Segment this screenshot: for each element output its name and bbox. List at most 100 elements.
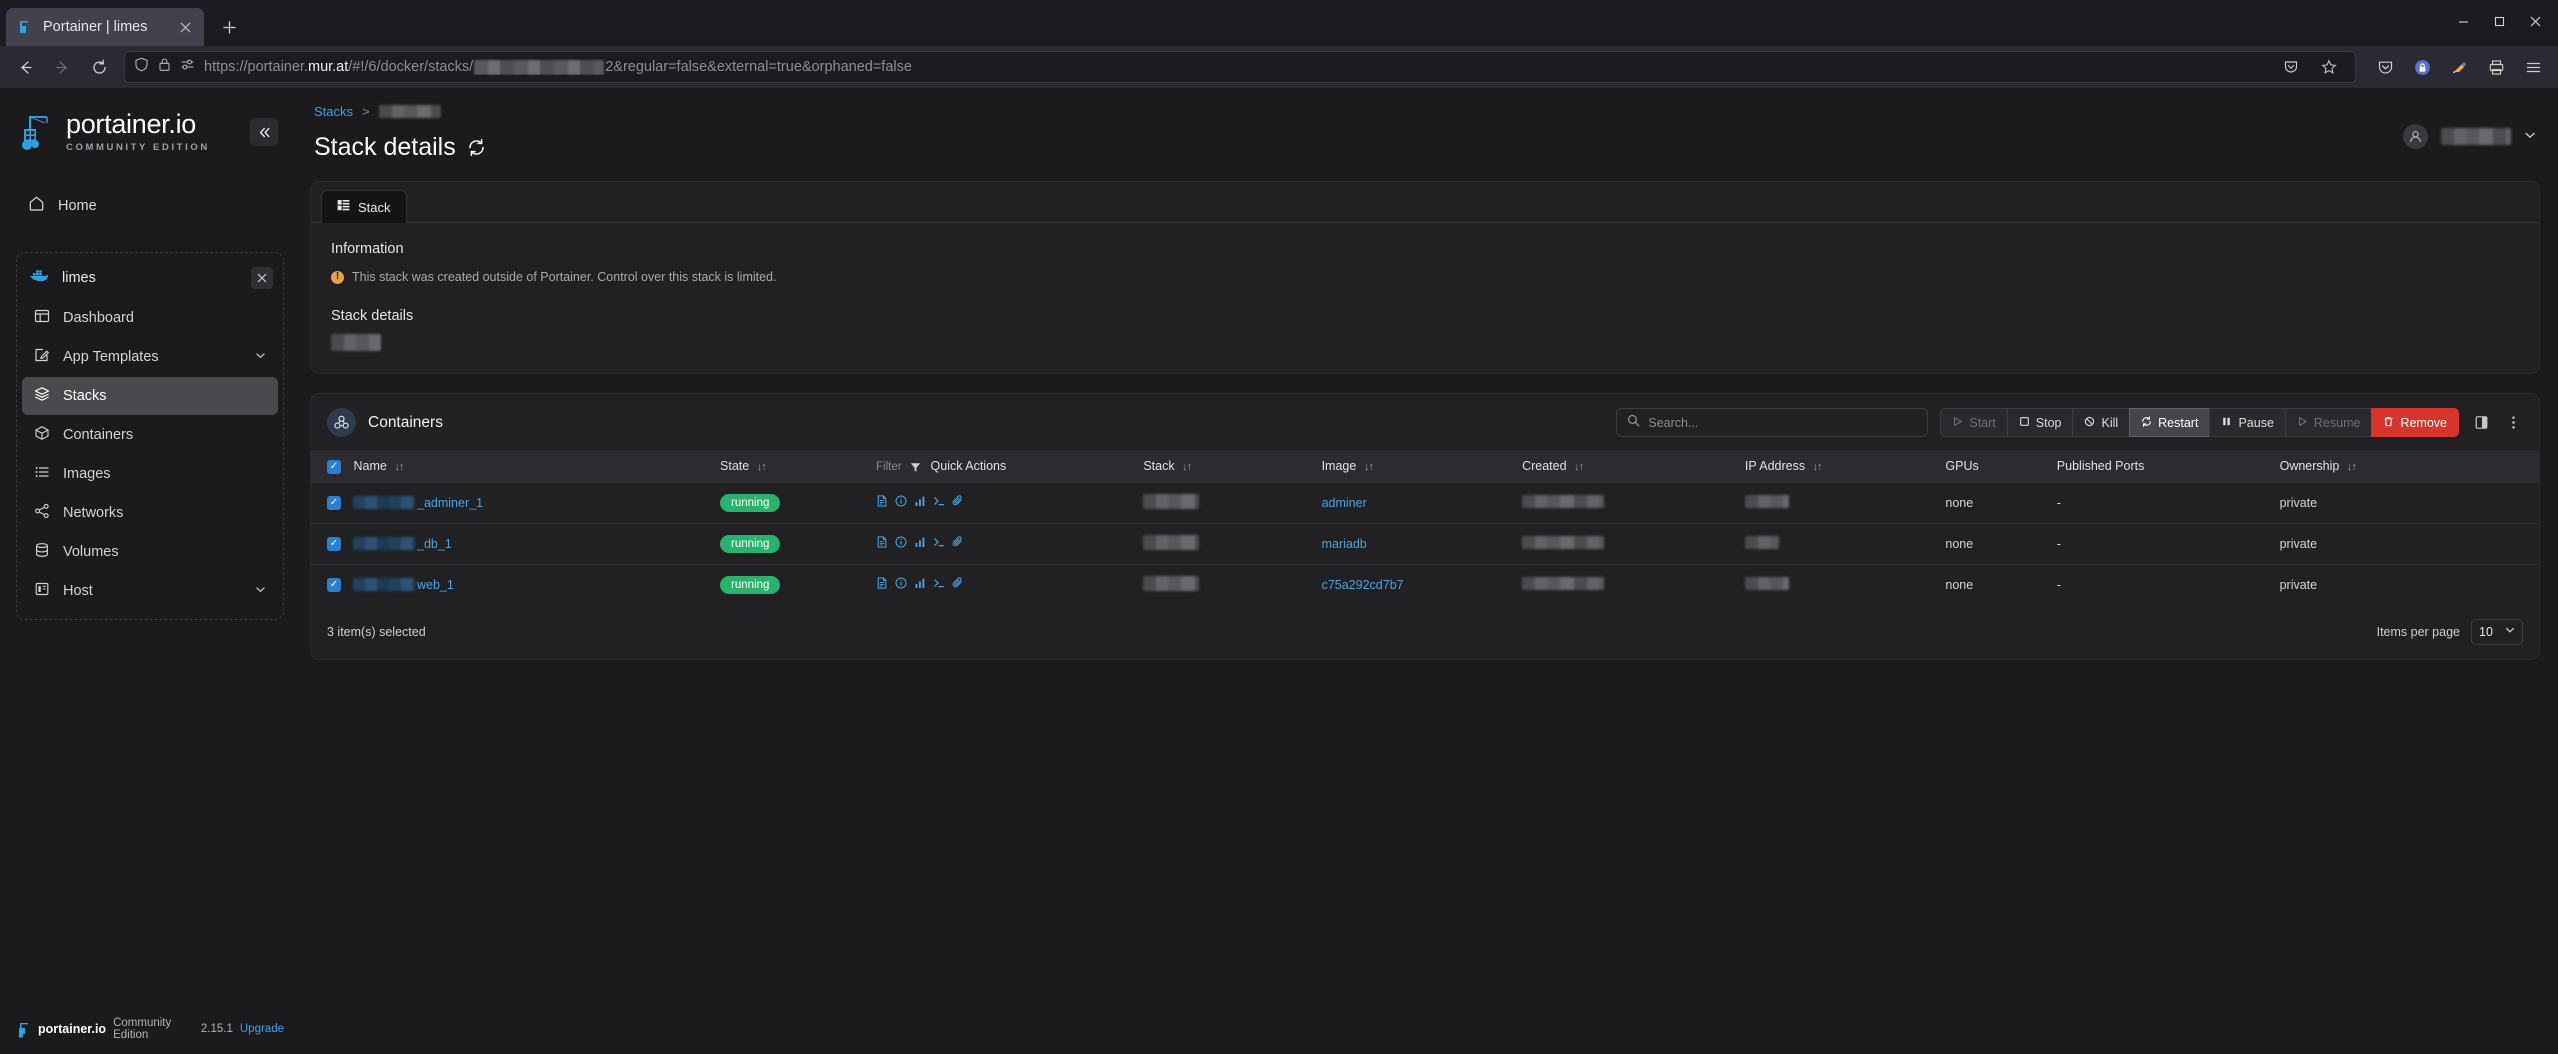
tab-close-icon[interactable] <box>176 18 195 37</box>
back-arrow-icon[interactable] <box>8 51 42 83</box>
sidebar-collapse-button[interactable] <box>250 118 278 146</box>
stop-button[interactable]: Stop <box>2007 408 2073 437</box>
star-icon[interactable] <box>2312 51 2346 83</box>
tab-stack[interactable]: Stack <box>321 190 407 223</box>
sort-icon[interactable]: ↓↑ <box>1182 461 1191 473</box>
window-close-button[interactable] <box>2518 6 2552 36</box>
restart-button[interactable]: Restart <box>2129 408 2209 437</box>
resume-button: Resume <box>2285 408 2372 437</box>
stats-icon[interactable] <box>914 577 926 592</box>
sort-icon[interactable]: ↓↑ <box>1364 461 1373 473</box>
breadcrumb-stacks-link[interactable]: Stacks <box>314 104 353 119</box>
sort-icon[interactable]: ↓↑ <box>394 461 403 473</box>
table-row[interactable]: ✓ _adminer_1 running <box>311 483 2539 524</box>
inspect-icon[interactable] <box>895 536 907 551</box>
column-header-ip-address[interactable]: IP Address ↓↑ <box>1737 450 1938 483</box>
search-input[interactable]: Search... <box>1616 408 1928 437</box>
logs-icon[interactable] <box>876 495 888 510</box>
attach-icon[interactable] <box>952 495 964 510</box>
image-link[interactable]: mariadb <box>1322 537 1367 551</box>
column-header-ownership[interactable]: Ownership ↓↑ <box>2272 450 2539 483</box>
logs-icon[interactable] <box>876 536 888 551</box>
portainer-app: portainer.io COMMUNITY EDITION Home <box>0 88 2558 1054</box>
refresh-icon[interactable] <box>467 138 486 157</box>
row-checkbox[interactable]: ✓ <box>327 578 341 592</box>
inspect-icon[interactable] <box>895 577 907 592</box>
column-header-name[interactable]: ✓ Name ↓↑ <box>311 450 712 483</box>
pocket-icon[interactable] <box>2368 51 2402 83</box>
cell-image: adminer <box>1314 483 1515 524</box>
save-to-pocket-icon[interactable] <box>2274 51 2308 83</box>
quick-actions-filter-label[interactable]: Filter <box>876 461 902 473</box>
column-settings-icon[interactable] <box>2471 415 2491 430</box>
chevron-down-icon[interactable] <box>255 584 266 598</box>
sort-icon[interactable]: ↓↑ <box>2347 461 2356 473</box>
chevron-down-icon[interactable] <box>2524 129 2536 144</box>
sidebar-environment-row[interactable]: limes <box>17 258 283 298</box>
image-link[interactable]: c75a292cd7b7 <box>1322 578 1404 592</box>
footer-upgrade-link[interactable]: Upgrade <box>240 1023 284 1035</box>
table-row[interactable]: ✓ _db_1 running <box>311 523 2539 564</box>
container-name-link[interactable]: web_1 <box>417 578 454 592</box>
row-checkbox[interactable]: ✓ <box>327 537 341 551</box>
sort-icon[interactable]: ↓↑ <box>757 461 766 473</box>
stats-icon[interactable] <box>914 495 926 510</box>
stats-icon[interactable] <box>914 536 926 551</box>
created-value-redacted <box>1522 495 1604 508</box>
column-header-state[interactable]: State ↓↑ <box>712 450 868 483</box>
attach-icon[interactable] <box>952 536 964 551</box>
column-header-stack[interactable]: Stack ↓↑ <box>1135 450 1313 483</box>
window-minimize-button[interactable] <box>2446 6 2480 36</box>
attach-icon[interactable] <box>952 577 964 592</box>
sidebar-item-networks[interactable]: Networks <box>22 494 278 532</box>
sidebar-environment-clear-icon[interactable] <box>251 267 273 289</box>
remove-button[interactable]: Remove <box>2371 408 2459 437</box>
sidebar-item-containers[interactable]: Containers <box>22 416 278 454</box>
sidebar-item-volumes[interactable]: Volumes <box>22 533 278 571</box>
console-icon[interactable] <box>933 495 945 510</box>
chevron-down-icon[interactable] <box>255 350 266 364</box>
user-menu[interactable] <box>2403 102 2536 149</box>
column-header-created[interactable]: Created ↓↑ <box>1514 450 1737 483</box>
logs-icon[interactable] <box>876 577 888 592</box>
column-header-image[interactable]: Image ↓↑ <box>1314 450 1515 483</box>
select-all-checkbox[interactable]: ✓ <box>327 460 341 474</box>
browser-tab[interactable]: Portainer | limes <box>6 8 204 46</box>
sidebar-item-containers-label: Containers <box>63 427 266 443</box>
sidebar-item-app-templates[interactable]: App Templates <box>22 338 278 376</box>
page-permissions-icon[interactable] <box>180 57 195 77</box>
shield-icon[interactable] <box>134 57 149 77</box>
sidebar-item-home[interactable]: Home <box>16 186 284 226</box>
image-link[interactable]: adminer <box>1322 496 1367 510</box>
window-maximize-button[interactable] <box>2482 6 2516 36</box>
sidebar-item-host[interactable]: Host <box>22 572 278 610</box>
sidebar-item-dashboard[interactable]: Dashboard <box>22 299 278 337</box>
container-name-link[interactable]: _adminer_1 <box>417 496 483 510</box>
table-row[interactable]: ✓ web_1 running <box>311 564 2539 605</box>
url-bar[interactable]: https://portainer.mur.at/#!/6/docker/sta… <box>124 51 2356 83</box>
sidebar-item-stacks[interactable]: Stacks <box>22 377 278 415</box>
console-icon[interactable] <box>933 536 945 551</box>
kill-button[interactable]: Kill <box>2072 408 2129 437</box>
items-per-page-select[interactable]: 10 <box>2471 619 2523 645</box>
sort-icon[interactable]: ↓↑ <box>1574 461 1583 473</box>
cell-gpus: none <box>1937 483 2048 524</box>
container-name-link[interactable]: _db_1 <box>417 537 452 551</box>
sidebar-item-images[interactable]: Images <box>22 455 278 493</box>
inspect-icon[interactable] <box>895 495 907 510</box>
funnel-icon[interactable] <box>910 459 924 473</box>
container-name-prefix-redacted <box>353 537 415 550</box>
hamburger-menu-icon[interactable] <box>2516 51 2550 83</box>
reload-icon[interactable] <box>82 51 116 83</box>
printer-icon[interactable] <box>2479 51 2513 83</box>
highlighter-extension-icon[interactable] <box>2442 51 2476 83</box>
kebab-menu-icon[interactable] <box>2503 415 2523 430</box>
published-ports-value: - <box>2057 496 2061 510</box>
lock-icon[interactable] <box>158 57 171 77</box>
password-manager-icon[interactable] <box>2405 51 2439 83</box>
sort-icon[interactable]: ↓↑ <box>1813 461 1822 473</box>
console-icon[interactable] <box>933 577 945 592</box>
pause-button[interactable]: Pause <box>2209 408 2284 437</box>
new-tab-button[interactable] <box>212 10 246 44</box>
row-checkbox[interactable]: ✓ <box>327 496 341 510</box>
